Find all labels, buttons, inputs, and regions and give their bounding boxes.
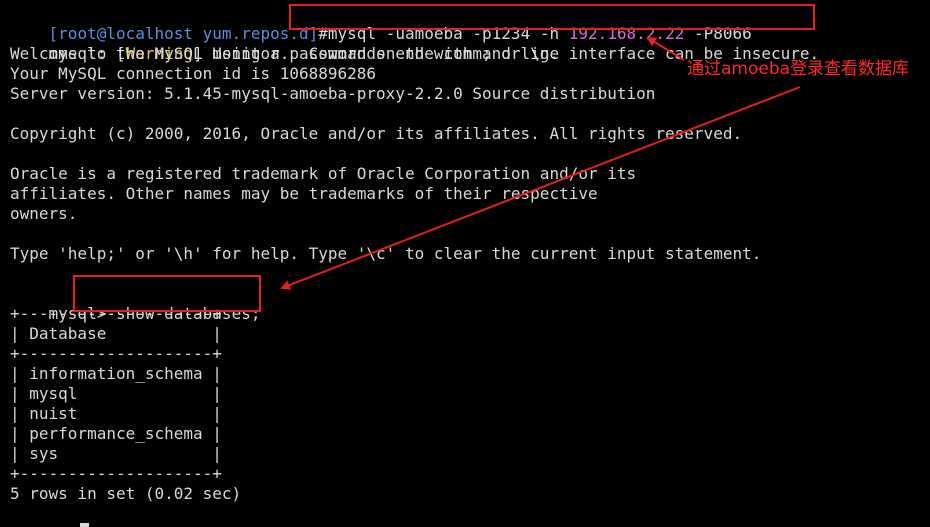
annotation-arrows bbox=[280, 36, 801, 290]
arrow-to-command bbox=[646, 36, 685, 61]
arrow-to-query bbox=[280, 86, 801, 290]
